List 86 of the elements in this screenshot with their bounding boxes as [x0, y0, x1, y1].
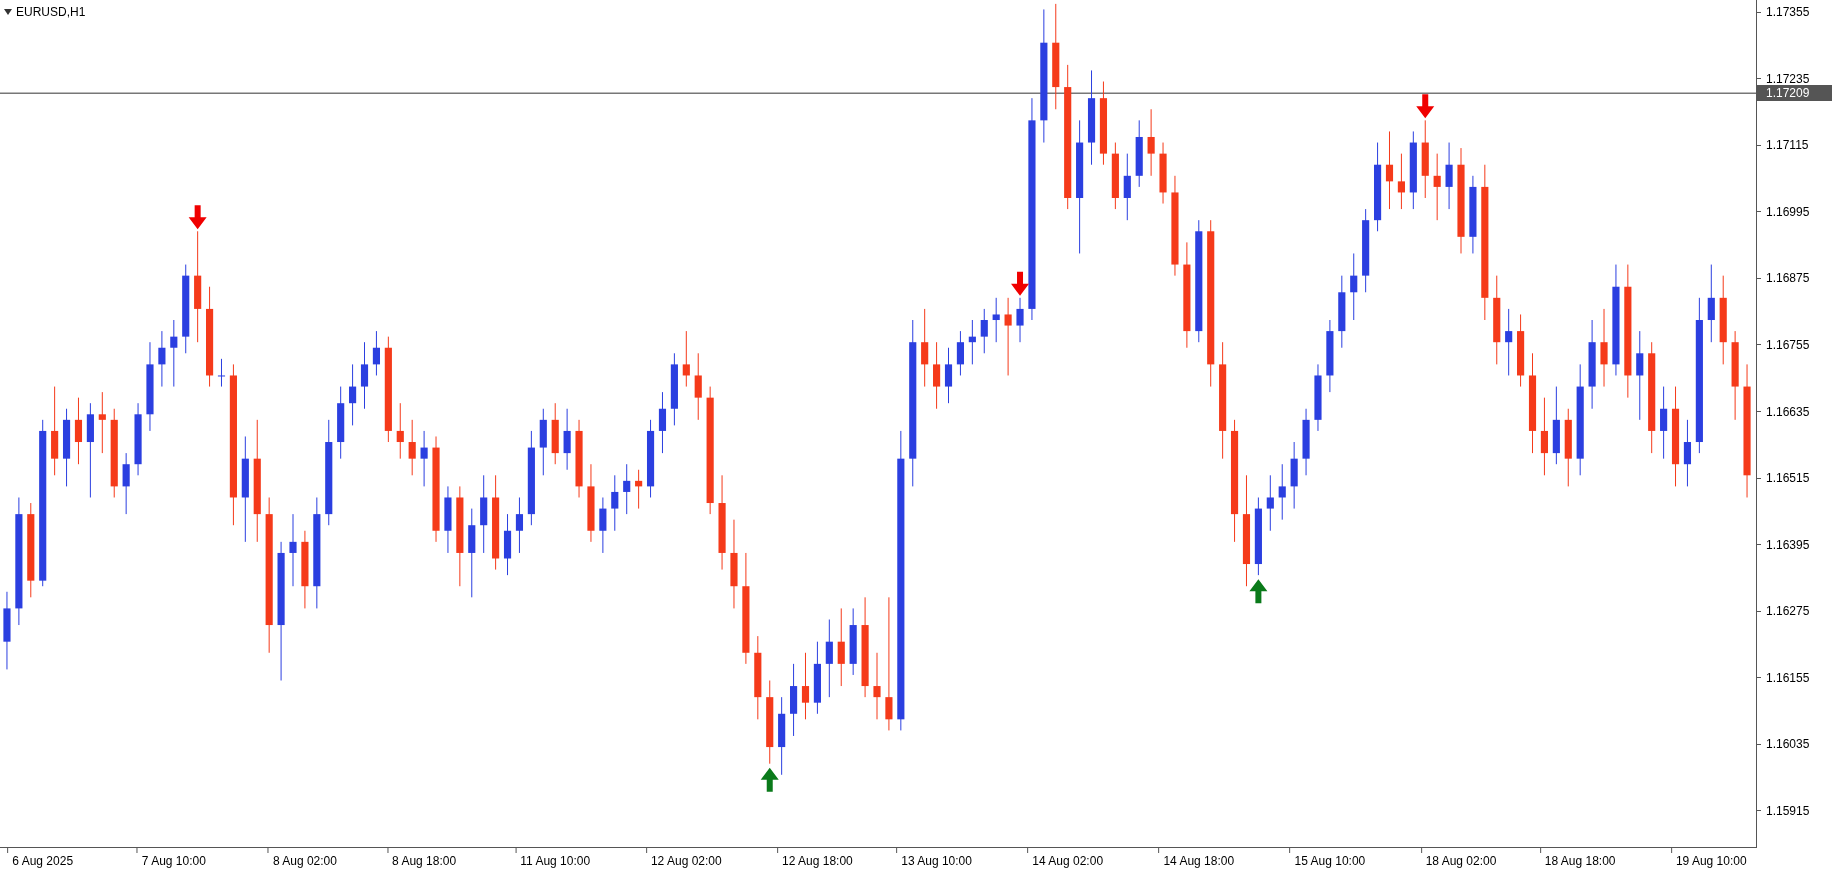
- price-label: 1.17115: [1766, 137, 1809, 154]
- candle: [1123, 153, 1131, 221]
- chart-title: EURUSD,H1: [16, 5, 86, 19]
- candle: [933, 341, 941, 410]
- candle: [1314, 363, 1322, 432]
- candle: [1433, 153, 1441, 221]
- candle: [217, 358, 226, 388]
- candle: [539, 408, 547, 476]
- time-label: 18 Aug 18:00: [1544, 854, 1616, 868]
- candle: [563, 408, 571, 471]
- candle: [444, 485, 452, 554]
- up-arrow-icon: [760, 767, 779, 792]
- candle: [1445, 142, 1453, 210]
- price-label: 1.16155: [1766, 669, 1810, 686]
- candle: [1278, 463, 1286, 521]
- candle: [515, 497, 523, 554]
- time-label: 8 Aug 18:00: [392, 854, 457, 868]
- candle: [1111, 142, 1119, 210]
- candle: [1147, 108, 1155, 177]
- candle: [360, 341, 369, 410]
- price-label: 1.16875: [1766, 270, 1810, 287]
- candle: [1350, 252, 1358, 321]
- price-label: 1.16755: [1766, 336, 1810, 353]
- candle: [98, 391, 106, 454]
- candle: [694, 352, 702, 421]
- candle: [396, 402, 404, 460]
- time-label: 8 Aug 02:00: [272, 854, 337, 868]
- current-price-label: 1.17209: [1757, 85, 1832, 102]
- time-label: 12 Aug 02:00: [650, 854, 722, 868]
- candle: [408, 419, 416, 476]
- down-arrow-icon: [1011, 271, 1029, 296]
- down-arrow-icon: [1416, 94, 1435, 119]
- time-label: 13 Aug 10:00: [901, 854, 972, 868]
- candle: [623, 463, 631, 515]
- candle: [349, 363, 357, 426]
- price-label: 1.17355: [1766, 4, 1810, 21]
- candle: [658, 391, 667, 454]
- candle: [992, 297, 1000, 343]
- candle: [944, 347, 953, 404]
- candle: [635, 469, 643, 510]
- time-label: 14 Aug 02:00: [1032, 854, 1104, 868]
- candle: [1016, 297, 1024, 343]
- time-label: 19 Aug 10:00: [1675, 854, 1747, 868]
- candle: [158, 330, 166, 388]
- candle: [1397, 153, 1405, 210]
- candle: [170, 319, 178, 388]
- candle: [1302, 408, 1310, 476]
- candle: [1135, 119, 1143, 188]
- candle: [420, 430, 428, 487]
- time-label: 12 Aug 18:00: [782, 854, 853, 868]
- candle: [849, 607, 857, 676]
- down-arrow-icon: [188, 205, 207, 230]
- candle: [873, 652, 881, 720]
- price-label: 1.16275: [1766, 603, 1810, 620]
- candle: [503, 513, 512, 576]
- candle: [682, 330, 690, 388]
- price-label: 1.16035: [1766, 736, 1810, 753]
- candle: [599, 497, 607, 554]
- candle: [1290, 441, 1298, 510]
- time-label: 11 Aug 10:00: [520, 854, 591, 868]
- time-label: 18 Aug 02:00: [1425, 854, 1497, 868]
- candle: [74, 397, 83, 465]
- candle: [956, 330, 964, 376]
- candle: [1683, 419, 1691, 487]
- candle: [551, 402, 559, 465]
- candle: [122, 452, 130, 515]
- time-label: 15 Aug 10:00: [1294, 854, 1366, 868]
- price-label: 1.16995: [1766, 203, 1810, 220]
- candle: [968, 319, 976, 365]
- price-label: 1.16635: [1766, 403, 1810, 420]
- candle: [801, 652, 810, 720]
- up-arrow-icon: [1249, 579, 1268, 604]
- candle: [1505, 308, 1513, 376]
- dropdown-triangle-icon[interactable]: [4, 9, 12, 15]
- price-label: 1.15915: [1766, 802, 1810, 819]
- time-label: 14 Aug 18:00: [1163, 854, 1235, 868]
- time-label: 6 Aug 2025: [12, 854, 74, 868]
- candle: [372, 330, 380, 376]
- candle: [611, 474, 619, 532]
- candle: [980, 308, 988, 354]
- price-label: 1.16515: [1766, 470, 1810, 487]
- time-label: 7 Aug 10:00: [141, 854, 206, 868]
- candle: [1159, 142, 1167, 205]
- price-label: 1.17235: [1766, 70, 1810, 87]
- candle: [1266, 474, 1274, 532]
- price-label: 1.16395: [1766, 536, 1810, 553]
